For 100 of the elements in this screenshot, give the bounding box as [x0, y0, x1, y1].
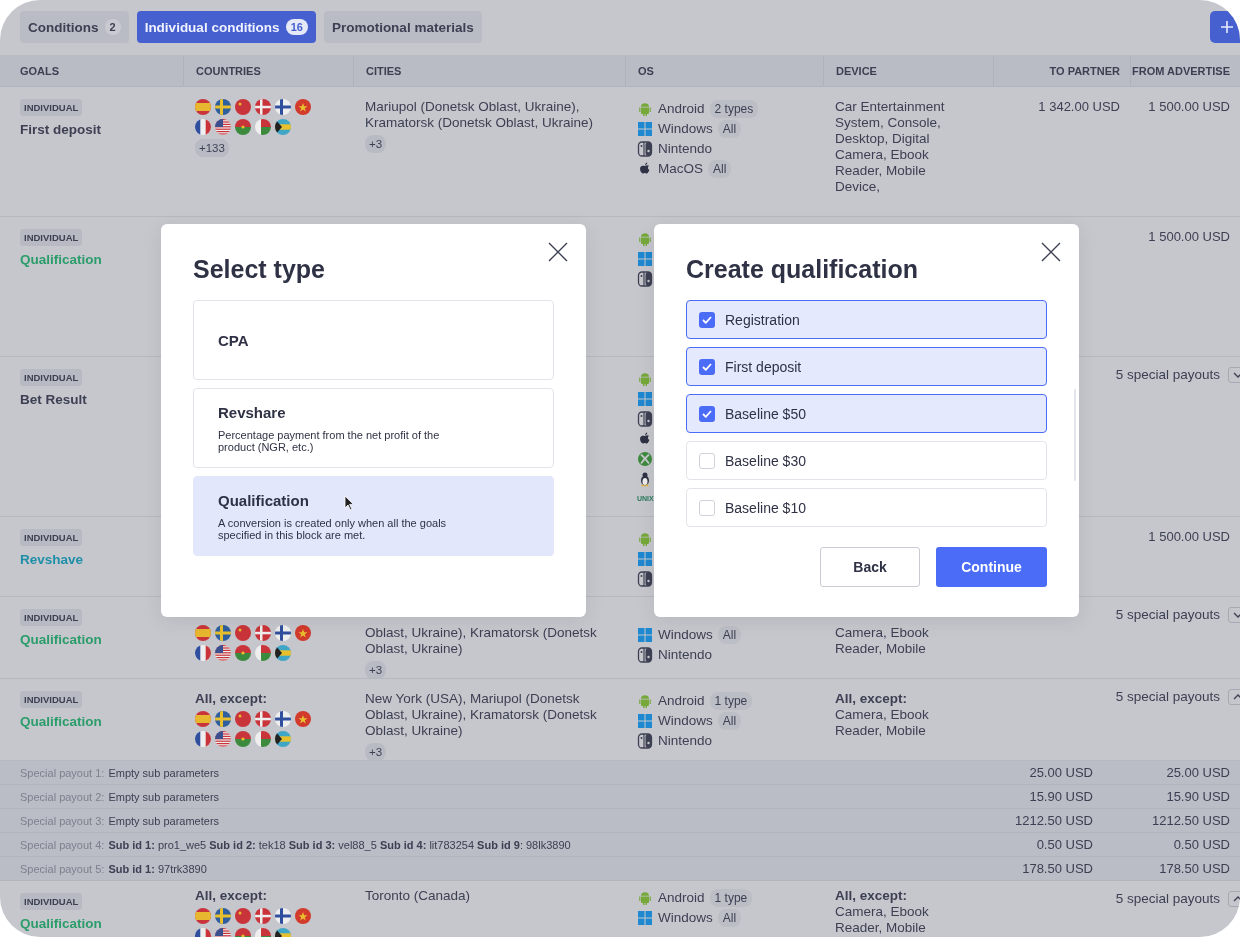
payout-label: Special payout 2: — [20, 790, 105, 803]
goal-checkbox-row[interactable]: First deposit — [686, 347, 1047, 386]
type-option[interactable]: Revshare Percentage payment from the net profit of the product (NGR, etc.) — [193, 388, 554, 468]
payout-value: Sub id 1: pro1_we5 Sub id 2: tek18 Sub id 3: vel88_5 Sub id 4: lit783254 Sub id 9: 98lk3890 — [108, 838, 571, 851]
goal-badge: INDIVIDUAL — [20, 99, 83, 116]
flag-icon — [275, 731, 291, 747]
android-icon — [637, 371, 653, 387]
flag-icon — [195, 731, 211, 747]
flag-icon — [195, 99, 211, 115]
goal-badge: INDIVIDUAL — [20, 691, 83, 708]
flag-icon — [255, 645, 271, 661]
payout-value: Empty sub parameters — [108, 766, 220, 779]
more-count: +3 — [365, 135, 387, 153]
payout-label: Special payout 1: — [20, 766, 105, 779]
dialog-title: Create qualification — [686, 254, 919, 284]
windows-icon — [637, 713, 653, 729]
goal-badge: INDIVIDUAL — [20, 893, 83, 910]
windows-icon — [637, 391, 653, 407]
goal-checkbox-row[interactable]: Registration — [686, 300, 1047, 339]
game-console-icon — [637, 411, 653, 427]
type-option[interactable]: CPA — [193, 300, 554, 380]
tab[interactable]: Promotional materials — [323, 11, 482, 43]
os-tag: All — [717, 120, 742, 138]
goal-name: Qualification — [20, 916, 103, 932]
more-count: +133 — [195, 139, 229, 157]
continue-button[interactable]: Continue — [936, 547, 1047, 587]
checkbox[interactable] — [699, 358, 715, 375]
dialog-title: Select type — [193, 254, 326, 284]
flag-icon — [235, 119, 251, 135]
tab[interactable]: Conditions 2 — [20, 11, 129, 43]
goal-name: First deposit — [20, 122, 102, 138]
flag-icon — [215, 731, 231, 747]
column-header: CITIES — [353, 55, 625, 86]
flag-icon — [275, 645, 291, 661]
flag-icon — [255, 99, 271, 115]
flag-icon — [275, 908, 291, 924]
countries-heading: All, except: — [195, 691, 269, 707]
os-name: Android — [658, 101, 705, 117]
checkbox[interactable] — [699, 499, 715, 516]
os-name: Android — [658, 693, 705, 709]
goal-badge: INDIVIDUAL — [20, 229, 83, 246]
payout-amount: 178.50 USD — [1021, 861, 1093, 876]
flag-icon — [295, 908, 311, 924]
flag-icon — [255, 119, 271, 135]
checkbox[interactable] — [699, 311, 715, 328]
type-option[interactable]: Qualification A conversion is created only when all the goals specified in this block are met. — [193, 476, 554, 556]
back-button[interactable]: Back — [820, 547, 920, 587]
payout-amount: 25.00 USD — [1165, 765, 1230, 780]
windows-icon — [637, 551, 653, 567]
android-icon — [637, 231, 653, 247]
more-count: +3 — [365, 743, 387, 760]
goal-checkbox-row[interactable]: Baseline $50 — [686, 394, 1047, 433]
os-tag: 2 types — [709, 100, 759, 118]
cities-text: Toronto (Canada) — [365, 888, 472, 904]
payout-amount: 1 500.00 USD — [1148, 99, 1230, 115]
more-count: +3 — [365, 661, 387, 678]
tab[interactable]: Individual conditions 16 — [136, 11, 316, 43]
android-icon — [637, 693, 653, 709]
flag-icon — [295, 625, 311, 641]
flag-icon — [235, 645, 251, 661]
goal-checkbox-row[interactable]: Baseline $10 — [686, 488, 1047, 527]
checkbox[interactable] — [699, 405, 715, 422]
android-icon — [637, 890, 653, 906]
goal-name: Qualification — [20, 714, 103, 730]
special-payouts-count: 5 special payouts — [1115, 367, 1220, 383]
add-button[interactable] — [1210, 11, 1240, 43]
check-icon — [702, 315, 712, 324]
close-button[interactable] — [548, 242, 568, 262]
cursor-icon — [344, 495, 354, 511]
flag-icon — [275, 711, 291, 727]
android-icon — [637, 101, 653, 117]
goal-badge: INDIVIDUAL — [20, 609, 83, 626]
goal-badge: INDIVIDUAL — [20, 529, 83, 546]
chevron-icon — [1233, 612, 1240, 618]
game-console-icon — [637, 647, 653, 663]
flag-icon — [235, 625, 251, 641]
payout-value: Sub id 1: 97trk3890 — [108, 862, 207, 875]
flag-icon — [235, 711, 251, 727]
device-text: Car Entertainment System, Console, Desktop, Digital Camera, Ebook Reader, Mobile Device, — [835, 99, 946, 195]
close-button[interactable] — [1041, 242, 1061, 262]
flag-icon — [255, 625, 271, 641]
chevron-icon — [1233, 896, 1240, 902]
flag-icon — [295, 99, 311, 115]
special-payouts-count: 5 special payouts — [1115, 891, 1220, 907]
column-header: FROM ADVERTISE — [1130, 55, 1240, 86]
os-name: Windows — [658, 121, 713, 137]
check-icon — [702, 362, 712, 371]
goal-name: Bet Result — [20, 392, 88, 408]
flag-icon — [255, 908, 271, 924]
payout-amount: 0.50 USD — [1172, 837, 1230, 852]
windows-icon — [637, 121, 653, 137]
count-badge: 16 — [285, 19, 308, 35]
os-name: Nintendo — [658, 647, 713, 663]
checkbox[interactable] — [699, 452, 715, 469]
os-name: Windows — [658, 910, 713, 926]
os-name: Android — [658, 890, 705, 906]
windows-icon — [637, 910, 653, 926]
goal-name: Revshave — [20, 552, 85, 568]
goal-checkbox-row[interactable]: Baseline $30 — [686, 441, 1047, 480]
android-icon — [637, 531, 653, 547]
